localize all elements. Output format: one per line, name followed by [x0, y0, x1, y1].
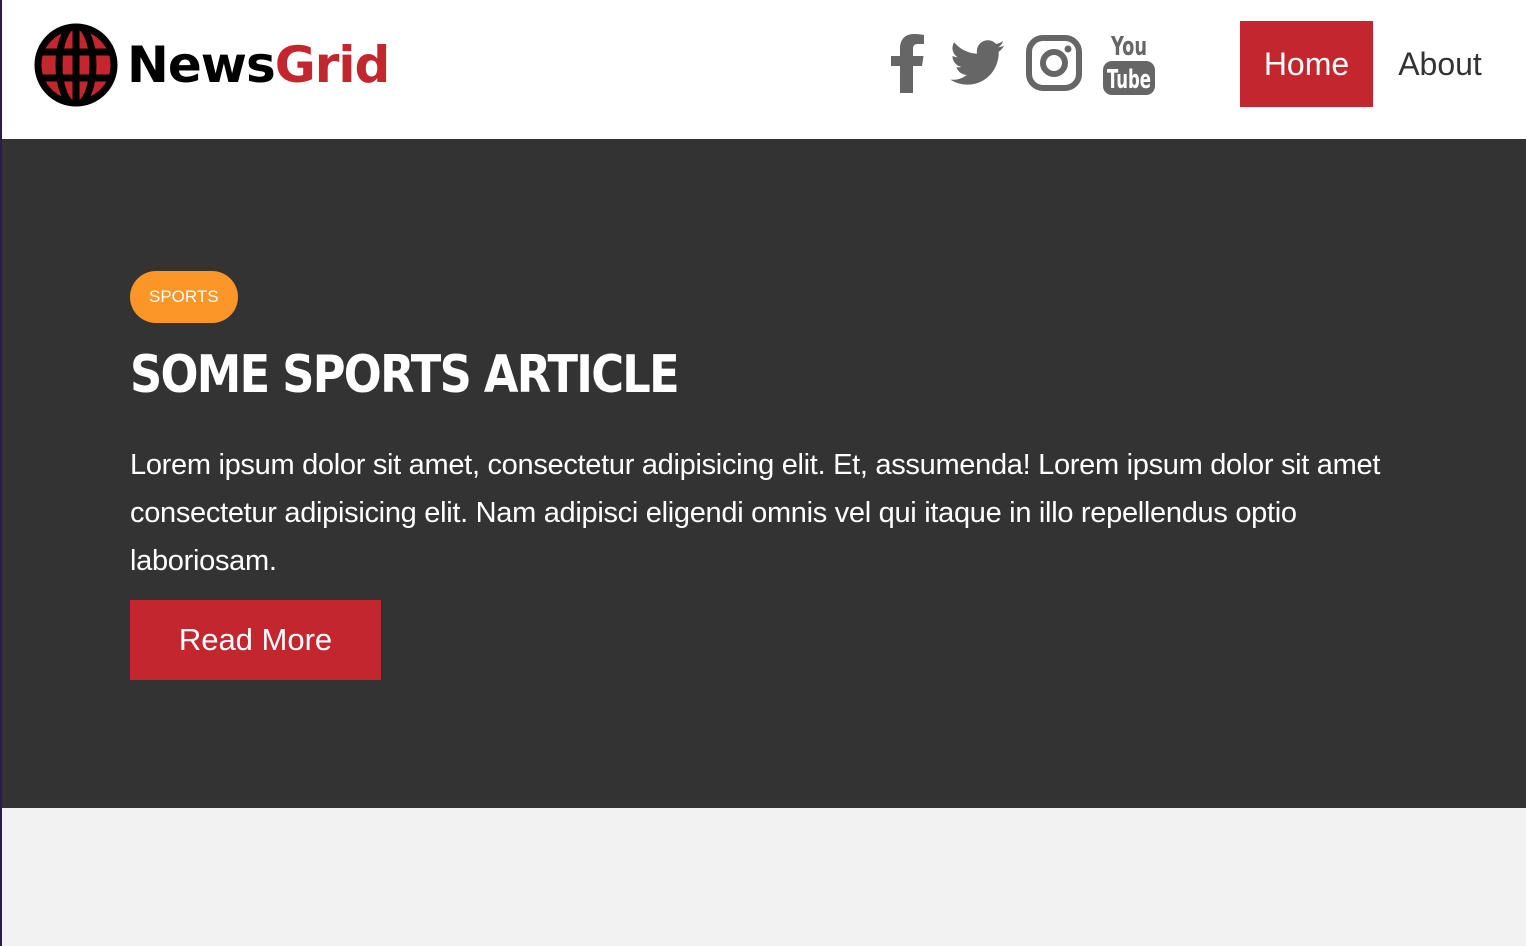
article-excerpt: Lorem ipsum dolor sit amet, consectetur … — [130, 449, 1381, 577]
navbar: NewsGrid You Tube Home About — [0, 0, 1526, 139]
twitter-link[interactable] — [950, 40, 1006, 86]
instagram-icon — [1026, 35, 1082, 91]
showcase-hero: Sports Some Sports Article Lorem ipsum d… — [0, 139, 1526, 808]
social-links: You Tube — [890, 27, 1156, 99]
youtube-link[interactable]: You Tube — [1102, 29, 1156, 97]
logo-text: NewsGrid — [127, 40, 390, 90]
category-badge: Sports — [130, 271, 238, 323]
svg-text:You: You — [1110, 32, 1147, 62]
article-title: Some Sports Article — [130, 345, 680, 405]
logo-link[interactable]: NewsGrid — [33, 22, 390, 108]
main-nav: Home About — [1240, 21, 1507, 107]
logo-text-grid: Grid — [274, 36, 391, 94]
globe-logo-icon — [34, 23, 118, 107]
nav-home-link[interactable]: Home — [1240, 21, 1373, 107]
window-edge — [0, 0, 2, 946]
twitter-icon — [950, 40, 1005, 85]
svg-text:Tube: Tube — [1107, 65, 1151, 95]
facebook-icon — [891, 34, 924, 93]
logo-text-news: News — [127, 36, 276, 94]
facebook-link[interactable] — [890, 33, 926, 93]
youtube-icon: You Tube — [1103, 32, 1155, 95]
nav-about-link[interactable]: About — [1373, 21, 1507, 107]
read-more-button[interactable]: Read More — [130, 600, 381, 680]
instagram-link[interactable] — [1026, 35, 1082, 91]
content-area — [0, 808, 1526, 946]
